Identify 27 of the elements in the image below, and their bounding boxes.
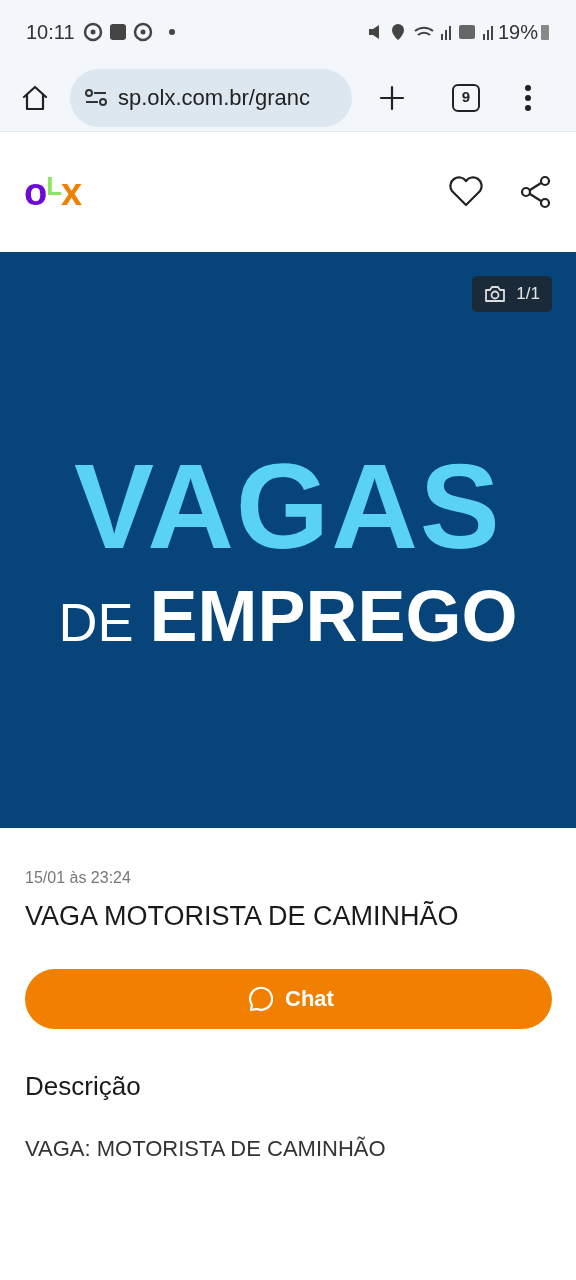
image-headline: VAGAS [74,446,502,566]
tab-count-button[interactable]: 9 [452,83,480,112]
new-tab-icon[interactable] [378,83,406,112]
wifi-icon [413,26,434,38]
camera-icon [484,285,507,303]
photo-counter-badge: 1/1 [472,276,552,312]
post-date: 15/01 às 23:24 [25,868,132,888]
heart-icon[interactable] [448,176,484,208]
mute-icon [367,24,382,40]
ad-title: VAGA MOTORISTA DE CAMINHÃO [25,900,460,933]
clock: 10:11 [26,20,75,45]
address-bar[interactable]: sp.olx.com.br/granc [70,68,352,127]
battery-icon [540,23,550,41]
description-heading: Descrição [25,1069,142,1103]
signal-icon [439,24,452,40]
location-icon [391,24,404,40]
site-settings-icon[interactable] [84,87,108,108]
image-headline-word: EMPREGO [149,580,518,652]
battery-percent: 19% [497,20,538,45]
more-menu-icon[interactable] [524,83,532,112]
share-icon[interactable] [520,175,552,209]
dot-icon [168,29,175,35]
description-text: VAGA: MOTORISTA DE CAMINHÃO [25,1134,387,1163]
image-subheadline: DE [58,595,134,649]
listing-image[interactable]: 1/1 VAGAS DE EMPREGO [0,252,576,828]
signal-icon [481,24,494,40]
url-text: sp.olx.com.br/granc [118,84,310,112]
